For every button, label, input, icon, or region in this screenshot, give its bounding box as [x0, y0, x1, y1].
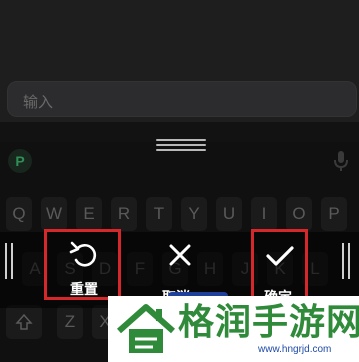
key-z[interactable]: Z	[57, 305, 83, 339]
key-u[interactable]: U	[216, 197, 242, 231]
key-o[interactable]: O	[286, 197, 312, 231]
menu-handle-icon[interactable]	[156, 139, 206, 153]
reset-button[interactable]	[64, 240, 104, 270]
key-t[interactable]: T	[146, 197, 172, 231]
input-placeholder: 输入	[23, 94, 54, 111]
key-p[interactable]: P	[321, 197, 347, 231]
key-i[interactable]: I	[251, 197, 277, 231]
key-r[interactable]: R	[111, 197, 137, 231]
watermark-url: www.hngrjd.com	[258, 344, 332, 355]
watermark-banner: 格润手游网 www.hngrjd.com	[108, 296, 359, 362]
cancel-button[interactable]	[167, 243, 193, 267]
key-e[interactable]: E	[76, 197, 102, 231]
microphone-icon[interactable]	[333, 150, 349, 172]
key-q[interactable]: Q	[6, 197, 32, 231]
reset-label: 重置	[70, 281, 98, 297]
keyboard-brand-icon[interactable]: P	[8, 149, 32, 173]
close-icon	[169, 244, 191, 266]
check-icon	[266, 246, 294, 266]
key-y[interactable]: Y	[181, 197, 207, 231]
shift-key[interactable]	[6, 305, 42, 339]
reset-icon	[69, 241, 97, 267]
right-edge-handle-icon[interactable]	[342, 243, 356, 279]
key-w[interactable]: W	[41, 197, 67, 231]
watermark-title: 格润手游网	[178, 302, 359, 343]
left-edge-handle-icon[interactable]	[5, 243, 19, 279]
text-input[interactable]: 输入	[7, 81, 357, 117]
house-logo-icon	[115, 301, 177, 362]
confirm-label: 确定	[264, 286, 300, 296]
confirm-button[interactable]	[263, 244, 297, 268]
